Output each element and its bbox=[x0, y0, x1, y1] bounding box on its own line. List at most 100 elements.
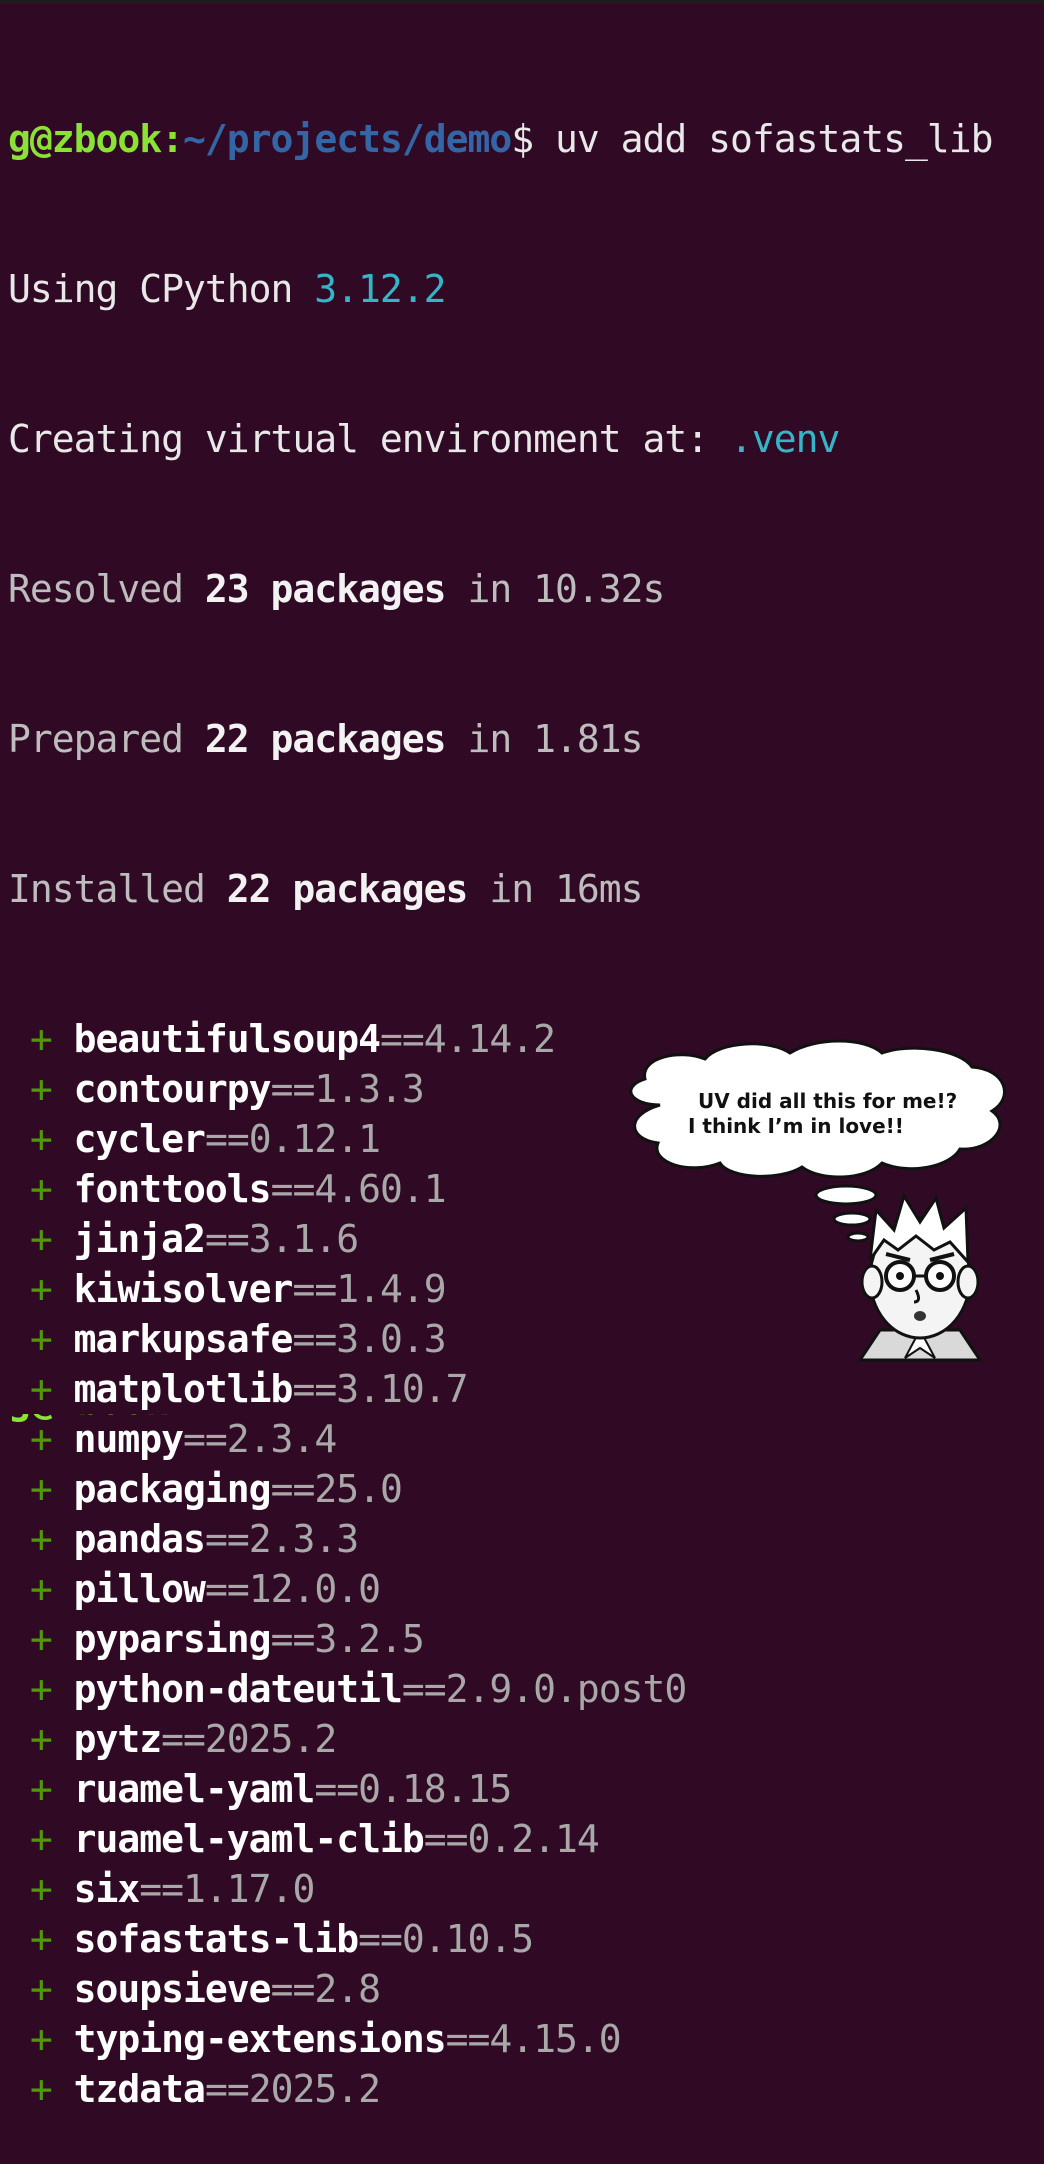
prompt-path: ~/projects/demo bbox=[183, 117, 512, 161]
next-prompt-text: g@zbook bbox=[8, 1414, 608, 1426]
prompt-dollar: $ bbox=[511, 117, 534, 161]
speech-line-2: I think I’m in love!! bbox=[688, 1114, 904, 1138]
plus-icon: + bbox=[29, 2017, 74, 2061]
speech-text: UV did all this for me!? I think I’m in … bbox=[620, 1035, 1020, 1185]
python-line: Using CPython 3.12.2 bbox=[8, 264, 993, 314]
plus-icon: + bbox=[29, 1367, 74, 1411]
resolved-label: Resolved bbox=[8, 567, 205, 611]
package-version: ==2025.2 bbox=[204, 2067, 381, 2111]
plus-icon: + bbox=[29, 1567, 74, 1611]
package-line: + pyparsing==3.2.5 bbox=[8, 1614, 993, 1664]
package-name: typing-extensions bbox=[73, 2017, 447, 2061]
package-name: jinja2 bbox=[73, 1217, 206, 1261]
package-version: ==4.14.2 bbox=[379, 1017, 556, 1061]
package-version: ==2.9.0.post0 bbox=[401, 1667, 687, 1711]
plus-icon: + bbox=[29, 1617, 74, 1661]
package-version: ==0.18.15 bbox=[314, 1767, 512, 1811]
package-name: sofastats-lib bbox=[73, 1917, 359, 1961]
package-version: ==1.4.9 bbox=[292, 1267, 446, 1311]
package-version: ==0.10.5 bbox=[358, 1917, 534, 1961]
prepared-count: 22 packages bbox=[204, 717, 447, 761]
plus-icon: + bbox=[29, 1967, 74, 2011]
package-line: + python-dateutil==2.9.0.post0 bbox=[8, 1664, 993, 1714]
python-prefix: Using CPython bbox=[8, 267, 315, 311]
package-name: markupsafe bbox=[73, 1317, 294, 1361]
package-name: ruamel-yaml-clib bbox=[73, 1817, 425, 1861]
installed-label: Installed bbox=[8, 867, 227, 911]
prompt-separator: : bbox=[161, 117, 184, 161]
package-version: ==3.10.7 bbox=[292, 1367, 468, 1411]
plus-icon: + bbox=[29, 1117, 74, 1161]
installed-count: 22 packages bbox=[226, 867, 469, 911]
plus-icon: + bbox=[29, 1067, 74, 1111]
prepared-time: in 1.81s bbox=[445, 717, 643, 761]
plus-icon: + bbox=[29, 1667, 74, 1711]
plus-icon: + bbox=[29, 1467, 74, 1511]
installed-line: Installed 22 packages in 16ms bbox=[8, 864, 993, 914]
package-version: ==3.1.6 bbox=[204, 1217, 359, 1261]
plus-icon: + bbox=[29, 1767, 74, 1811]
plus-icon: + bbox=[29, 1867, 74, 1911]
plus-icon: + bbox=[29, 1167, 74, 1211]
package-name: cycler bbox=[73, 1117, 206, 1161]
speech-line-1: UV did all this for me!? bbox=[698, 1089, 958, 1113]
package-name: six bbox=[73, 1867, 141, 1911]
package-version: ==4.15.0 bbox=[445, 2017, 622, 2061]
plus-icon: + bbox=[29, 1267, 74, 1311]
next-prompt-partial: g@zbook bbox=[8, 1414, 608, 1426]
prompt-user-host: g@zbook bbox=[8, 117, 162, 161]
package-version: ==2025.2 bbox=[161, 1717, 337, 1761]
package-line: + six==1.17.0 bbox=[8, 1864, 993, 1914]
package-version: ==1.17.0 bbox=[139, 1867, 315, 1911]
package-name: pandas bbox=[73, 1517, 206, 1561]
resolved-line: Resolved 23 packages in 10.32s bbox=[8, 564, 993, 614]
package-version: ==2.3.3 bbox=[204, 1517, 359, 1561]
resolved-time: in 10.32s bbox=[445, 567, 665, 611]
venv-line: Creating virtual environment at: .venv bbox=[8, 414, 993, 464]
package-line: + pillow==12.0.0 bbox=[8, 1564, 993, 1614]
package-name: contourpy bbox=[73, 1067, 272, 1111]
installed-time: in 16ms bbox=[467, 867, 643, 911]
package-name: pytz bbox=[73, 1717, 163, 1761]
package-name: ruamel-yaml bbox=[73, 1767, 316, 1811]
venv-prefix: Creating virtual environment at: bbox=[8, 417, 730, 461]
plus-icon: + bbox=[29, 2067, 74, 2111]
plus-icon: + bbox=[29, 1917, 74, 1961]
package-version: ==3.0.3 bbox=[292, 1317, 446, 1361]
package-version: ==0.2.14 bbox=[423, 1817, 600, 1861]
package-name: fonttools bbox=[73, 1167, 272, 1211]
prepared-line: Prepared 22 packages in 1.81s bbox=[8, 714, 993, 764]
package-name: pillow bbox=[73, 1567, 206, 1611]
package-line: + soupsieve==2.8 bbox=[8, 1964, 993, 2014]
prompt-line: g@zbook:~/projects/demo$ uv add sofastat… bbox=[8, 114, 994, 164]
python-version: 3.12.2 bbox=[314, 267, 446, 311]
command-text: uv add sofastats_lib bbox=[533, 117, 994, 161]
package-name: python-dateutil bbox=[73, 1667, 403, 1711]
package-line: + sofastats-lib==0.10.5 bbox=[8, 1914, 993, 1964]
package-name: packaging bbox=[73, 1467, 272, 1511]
plus-icon: + bbox=[29, 1017, 74, 1061]
package-name: kiwisolver bbox=[73, 1267, 294, 1311]
resolved-count: 23 packages bbox=[204, 567, 447, 611]
package-name: matplotlib bbox=[73, 1367, 294, 1411]
package-line: + ruamel-yaml==0.18.15 bbox=[8, 1764, 993, 1814]
package-version: ==1.3.3 bbox=[270, 1067, 425, 1111]
package-version: ==12.0.0 bbox=[204, 1567, 381, 1611]
package-line: + pandas==2.3.3 bbox=[8, 1514, 993, 1564]
package-version: ==0.12.1 bbox=[204, 1117, 381, 1161]
cartoon-face-icon bbox=[857, 1192, 983, 1362]
package-line: + packaging==25.0 bbox=[8, 1464, 993, 1514]
package-name: soupsieve bbox=[73, 1967, 272, 2011]
package-version: ==2.8 bbox=[270, 1967, 381, 2011]
package-name: tzdata bbox=[73, 2067, 206, 2111]
plus-icon: + bbox=[29, 1217, 74, 1261]
package-line: + pytz==2025.2 bbox=[8, 1714, 993, 1764]
package-name: beautifulsoup4 bbox=[73, 1017, 381, 1061]
plus-icon: + bbox=[29, 1717, 74, 1761]
package-version: ==3.2.5 bbox=[270, 1617, 425, 1661]
prepared-label: Prepared bbox=[8, 717, 205, 761]
package-line: + ruamel-yaml-clib==0.2.14 bbox=[8, 1814, 993, 1864]
venv-path: .venv bbox=[729, 417, 840, 461]
plus-icon: + bbox=[29, 1817, 74, 1861]
package-version: ==25.0 bbox=[270, 1467, 403, 1511]
